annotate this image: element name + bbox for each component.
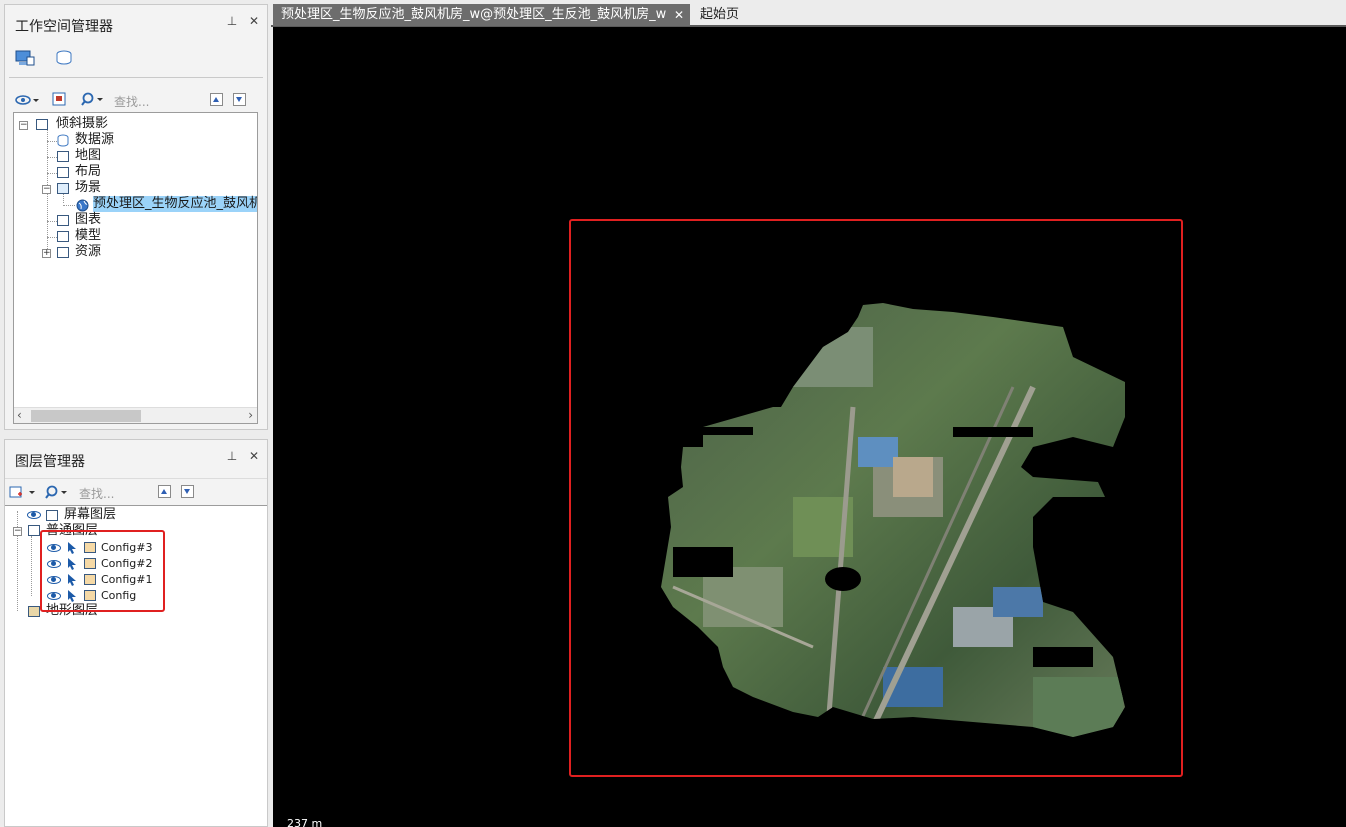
tree-connector — [47, 221, 57, 222]
close-icon[interactable]: ✕ — [674, 4, 684, 26]
collapse-toggle[interactable]: − — [42, 185, 51, 194]
tree-item-resources[interactable]: 资源 — [75, 244, 101, 260]
tree-connector — [63, 205, 75, 206]
search-icon[interactable] — [45, 485, 69, 499]
tree-connector — [47, 237, 57, 238]
workspace-manager-panel: 工作空间管理器 ⊥ ✕ 查找... − 倾斜摄影 数据源 地图 布局 − 场景 … — [4, 4, 268, 430]
tab-start-page-label: 起始页 — [700, 7, 740, 22]
highlight-box — [40, 530, 165, 612]
title-divider — [5, 478, 267, 479]
scroll-left-arrow[interactable]: ‹ — [17, 408, 22, 422]
scale-bar-label: 237 m — [287, 817, 323, 827]
terrain-layer-icon — [28, 606, 40, 617]
pin-icon[interactable]: ⊥ — [225, 14, 239, 28]
close-icon[interactable]: ✕ — [247, 14, 261, 28]
move-down-button[interactable] — [233, 93, 246, 106]
visibility-eye-icon[interactable] — [27, 511, 41, 519]
tree-connector — [47, 173, 57, 174]
add-layer-icon[interactable] — [9, 485, 37, 499]
layer-tree[interactable]: 屏幕图层 − 普通图层 Config#3 Config#2 Config#1 C… — [5, 505, 267, 826]
document-tab-strip: 预处理区_生物反应池_鼓风机房_w@预处理区_生反池_鼓风机房_w ✕ 起始页 — [271, 0, 1346, 27]
normal-layer-icon — [28, 525, 40, 536]
chart-icon — [57, 215, 69, 226]
tree-root-label[interactable]: 倾斜摄影 — [56, 116, 108, 132]
horizontal-scrollbar[interactable]: ‹ › — [14, 407, 257, 423]
folder-icon — [57, 247, 69, 258]
tree-item-layout[interactable]: 布局 — [75, 164, 101, 180]
view-tab-underline — [9, 77, 263, 78]
tab-scene[interactable]: 预处理区_生物反应池_鼓风机房_w@预处理区_生反池_鼓风机房_w ✕ — [273, 4, 690, 26]
move-up-button[interactable] — [210, 93, 223, 106]
scroll-right-arrow[interactable]: › — [248, 408, 253, 422]
selection-highlight-box — [569, 219, 1183, 777]
layer-move-down-button[interactable] — [181, 485, 194, 498]
workspace-tree[interactable]: − 倾斜摄影 数据源 地图 布局 − 场景 预处理区_生物反应池_鼓风机 图表 … — [13, 112, 258, 424]
layer-manager-panel: 图层管理器 ⊥ ✕ 查找... 屏幕图层 − 普通图层 Config#3 Con… — [4, 439, 268, 827]
workspace-manager-title: 工作空间管理器 — [15, 19, 113, 35]
layer-move-up-button[interactable] — [158, 485, 171, 498]
database-view-icon[interactable] — [53, 49, 75, 67]
tab-start-page[interactable]: 起始页 — [692, 4, 747, 26]
layer-screen[interactable]: 屏幕图层 — [64, 507, 116, 523]
save-workspace-icon[interactable] — [52, 92, 66, 106]
tree-item-map[interactable]: 地图 — [75, 148, 101, 164]
workspace-icon — [36, 119, 48, 130]
workspace-tree-view-icon[interactable] — [15, 49, 35, 67]
open-workspace-icon[interactable] — [15, 93, 39, 107]
tree-item-chart[interactable]: 图表 — [75, 212, 101, 228]
tree-item-scene[interactable]: 场景 — [75, 180, 101, 196]
scene-view[interactable]: 237 m — [273, 27, 1346, 827]
model-icon — [57, 231, 69, 242]
screen-layer-icon — [46, 510, 58, 521]
close-icon[interactable]: ✕ — [247, 449, 261, 463]
layout-icon — [57, 167, 69, 178]
tree-connector — [47, 157, 57, 158]
map-icon — [57, 151, 69, 162]
tree-item-datasource[interactable]: 数据源 — [75, 132, 114, 148]
tree-connector — [31, 536, 32, 596]
expand-toggle[interactable]: + — [42, 249, 51, 258]
collapse-toggle[interactable]: − — [19, 121, 28, 130]
scene-icon — [57, 183, 69, 194]
pin-icon[interactable]: ⊥ — [225, 449, 239, 463]
datasource-icon — [56, 134, 70, 151]
tree-item-model[interactable]: 模型 — [75, 228, 101, 244]
layer-manager-title: 图层管理器 — [15, 454, 85, 470]
workspace-search-input[interactable]: 查找... — [114, 93, 149, 110]
collapse-toggle[interactable]: − — [13, 527, 22, 536]
search-icon[interactable] — [81, 92, 105, 106]
tab-scene-label: 预处理区_生物反应池_鼓风机房_w@预处理区_生反池_鼓风机房_w — [281, 7, 667, 22]
layer-search-input[interactable]: 查找... — [79, 485, 114, 502]
tree-item-scene-child[interactable]: 预处理区_生物反应池_鼓风机 — [93, 196, 257, 212]
scrollbar-thumb[interactable] — [31, 410, 141, 422]
